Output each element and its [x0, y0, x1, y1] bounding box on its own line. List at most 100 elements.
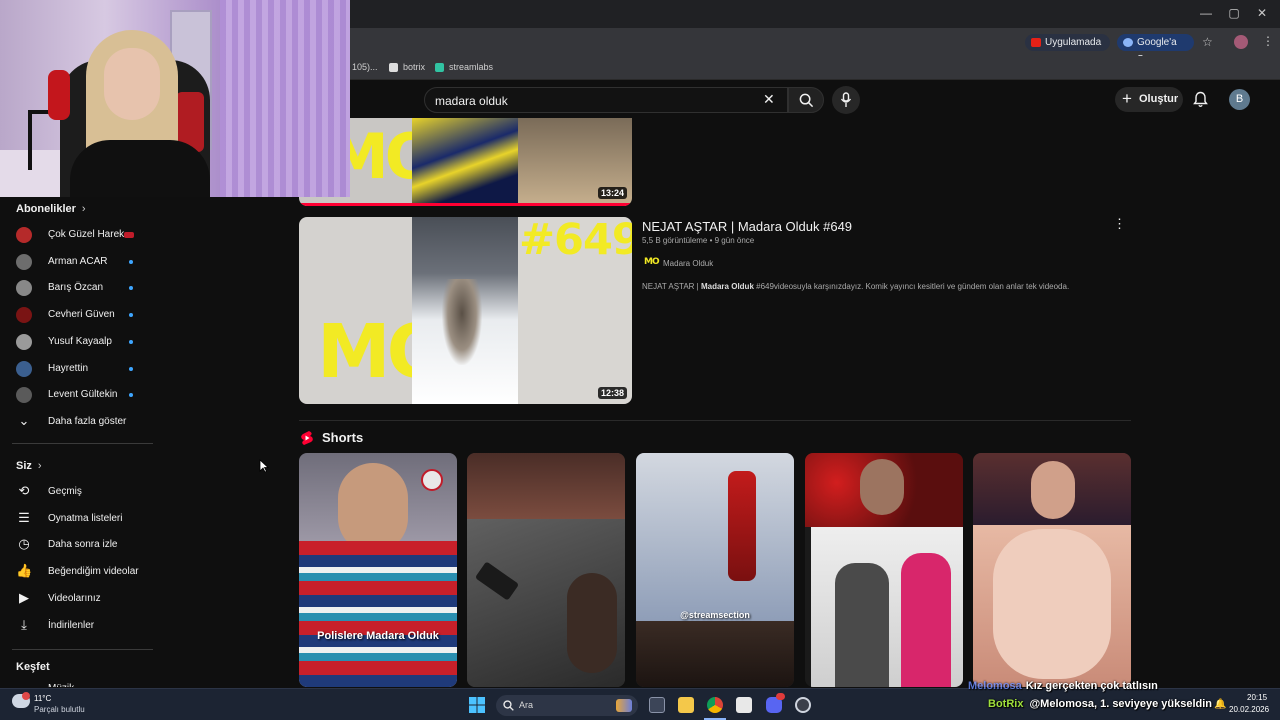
channel-avatar	[16, 333, 32, 350]
sidebar-item[interactable]: ▶ Videolarınız	[0, 586, 150, 612]
short-caption: Polislere Madara Olduk	[317, 630, 439, 642]
person-face-shape	[1031, 461, 1075, 519]
new-content-dot	[129, 286, 133, 291]
sidebar-item[interactable]: ⟲ Geçmiş	[0, 479, 150, 505]
subscription-name: Hayrettin	[48, 362, 89, 374]
thumb-panel	[412, 118, 518, 206]
sidebar-item-label: İndirilenler	[48, 619, 95, 631]
bookmark-streamlabs[interactable]: streamlabs	[449, 62, 493, 72]
shorts-logo-icon	[301, 431, 313, 445]
live-indicator-icon	[124, 232, 134, 238]
person-face-shape	[860, 459, 904, 515]
subscription-item[interactable]: Çok Güzel Harek...	[0, 222, 150, 248]
taskbar-search-label: Ara	[519, 700, 534, 710]
weather-temperature[interactable]: 11°C	[34, 694, 51, 703]
store-icon[interactable]	[736, 697, 752, 713]
video-duration: 12:38	[597, 387, 627, 399]
you-title: Siz	[16, 460, 32, 472]
new-content-dot	[129, 393, 133, 398]
ask-google-chip[interactable]: Google'a Sor	[1117, 34, 1194, 65]
obs-icon[interactable]	[795, 697, 811, 713]
subscription-item[interactable]: Cevheri Güven	[0, 302, 150, 328]
clear-search-icon[interactable]: ✕	[763, 91, 775, 108]
your-videos-icon: ▶	[19, 589, 29, 605]
store-scene	[636, 453, 794, 621]
voice-search-button[interactable]	[832, 86, 860, 114]
task-view-icon[interactable]	[649, 697, 665, 713]
profile-avatar-icon[interactable]	[1234, 35, 1248, 49]
curtain-shape	[220, 0, 350, 197]
chat-username: Melomosa	[968, 680, 1022, 692]
plus-icon: +	[1122, 89, 1132, 108]
downloads-icon: ⤓	[21, 616, 27, 632]
sidebar-item[interactable]: 👍 Beğendiğim videolar	[0, 559, 150, 585]
subscription-item[interactable]: Levent Gültekin	[0, 382, 150, 408]
short-card[interactable]: Polislere Madara Olduk	[299, 453, 457, 687]
short-card[interactable]	[973, 453, 1131, 687]
short-caption: @streamsection	[680, 610, 750, 620]
close-window-button[interactable]: ✕	[1252, 6, 1272, 20]
chat-message: BotRix @Melomosa, 1. seviyeye yükseldin	[988, 698, 1212, 710]
sidebar-item-label: Beğendiğim videolar	[48, 566, 139, 578]
subscription-name: Arman ACAR	[48, 255, 108, 267]
show-more-button[interactable]: ⌄ Daha fazla göster	[0, 409, 150, 435]
subscription-item[interactable]: Yusuf Kayaalp	[0, 329, 150, 355]
sidebar-item[interactable]: ☰ Oynatma listeleri	[0, 506, 150, 532]
chevron-right-icon: ›	[81, 203, 86, 215]
minimize-button[interactable]: —	[1196, 6, 1216, 20]
video-more-options-icon[interactable]: ⋮	[1113, 216, 1126, 232]
subscription-name: Levent Gültekin	[48, 389, 118, 401]
create-label: Oluştur	[1139, 93, 1179, 105]
video-thumbnail[interactable]: MO #649 12:38	[299, 217, 632, 404]
sidebar-item[interactable]: ⤓ İndirilenler	[0, 613, 150, 639]
sidebar-divider	[12, 649, 153, 650]
bookmark-star-icon[interactable]: ☆	[1202, 35, 1213, 49]
mouse-cursor-icon	[259, 459, 269, 473]
subscription-name: Yusuf Kayaalp	[48, 335, 112, 347]
chevron-down-icon: ⌄	[18, 413, 30, 428]
sidebar-item-music-partial[interactable]: Müzik	[48, 683, 74, 687]
person-shape	[835, 563, 889, 687]
notifications-bell-icon[interactable]	[1193, 91, 1208, 108]
account-avatar[interactable]: B	[1229, 89, 1250, 110]
botrix-icon	[389, 63, 398, 72]
search-button[interactable]	[788, 87, 824, 113]
streamer-webcam-overlay	[0, 0, 350, 197]
subscription-item[interactable]: Hayrettin	[0, 356, 150, 382]
weather-description[interactable]: Parçalı bulutlu	[34, 705, 85, 714]
notification-badge	[776, 693, 785, 700]
channel-name[interactable]: Madara Olduk	[663, 259, 713, 268]
browser-menu-icon[interactable]: ⋮	[1262, 34, 1274, 48]
bookmark-item[interactable]: 105)...	[352, 62, 378, 72]
chat-message: Melomosa Kız gerçekten çok tatlısın	[968, 680, 1158, 692]
notifications-icon[interactable]: 🔔	[1214, 699, 1226, 710]
watch-progress-fill	[299, 203, 632, 206]
subscription-item[interactable]: Barış Özcan	[0, 275, 150, 301]
taskbar-search-box[interactable]: Ara	[496, 695, 638, 716]
watch-progress-track	[299, 203, 632, 206]
short-card[interactable]: @streamsection	[636, 453, 794, 687]
chrome-icon[interactable]	[707, 697, 723, 713]
short-card[interactable]	[467, 453, 625, 687]
video-title[interactable]: NEJAT AŞTAR | Madara Olduk #649	[642, 219, 852, 234]
you-section-header[interactable]: Siz ›	[16, 460, 42, 472]
upload-age: 9 gün önce	[714, 236, 755, 245]
channel-avatar	[16, 387, 32, 404]
sidebar-item[interactable]: ◷ Daha sonra izle	[0, 532, 150, 558]
clock-date[interactable]: 20.02.2026	[1229, 705, 1269, 714]
maximize-button[interactable]: ▢	[1224, 6, 1244, 20]
bookmark-botrix[interactable]: botrix	[403, 62, 425, 72]
create-button[interactable]: + Oluştur	[1115, 87, 1183, 112]
subscriptions-header[interactable]: Abonelikler ›	[16, 203, 86, 215]
subscription-item[interactable]: Arman ACAR	[0, 249, 150, 275]
sidebar: Abonelikler › Çok Güzel Harek... Arman ACA…	[0, 197, 160, 687]
windows-start-icon[interactable]	[469, 697, 485, 713]
file-explorer-icon[interactable]	[678, 697, 694, 713]
clock-time[interactable]: 20:15	[1247, 693, 1267, 702]
desc-text: NEJAT AŞTAR |	[642, 282, 701, 291]
channel-avatar[interactable]: MO	[644, 257, 660, 267]
short-card[interactable]	[805, 453, 963, 687]
channel-avatar	[16, 307, 32, 324]
open-in-app-chip[interactable]: Uygulamada aç	[1025, 34, 1110, 65]
search-input[interactable]	[435, 92, 755, 109]
